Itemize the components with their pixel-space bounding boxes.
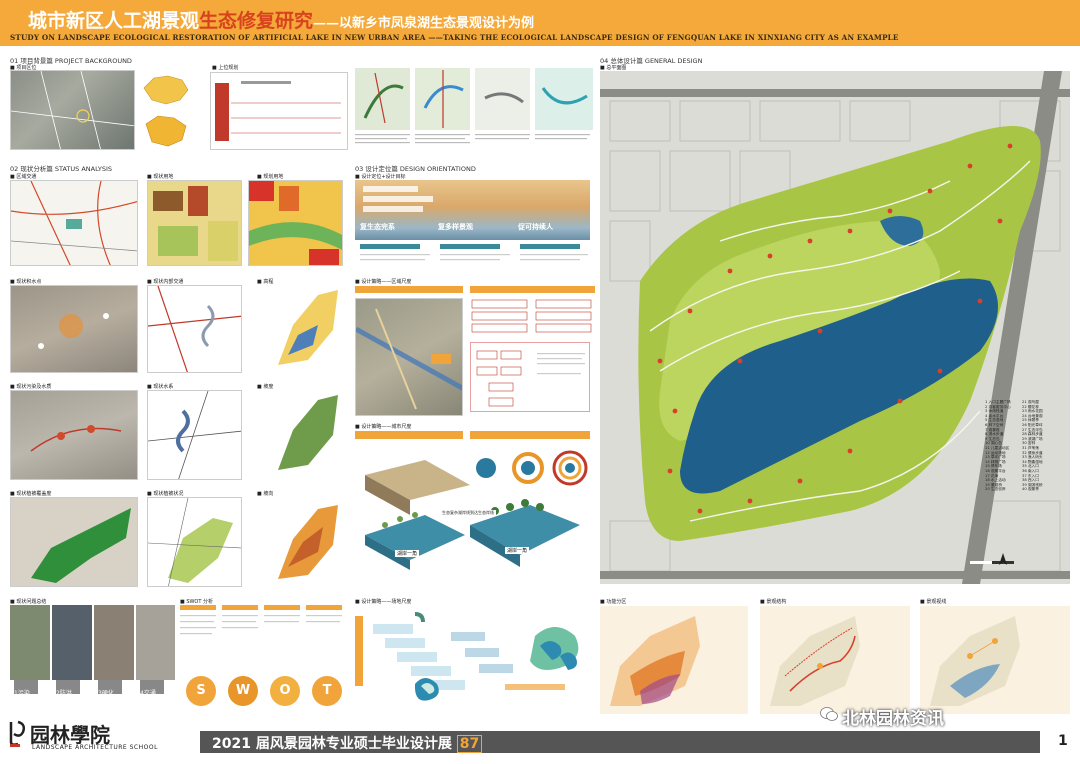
problem-badge-3-text: 3硬化 [98,690,114,697]
problem-badge-2: 2防洪 [56,680,80,697]
strategy-region-bar [355,286,463,293]
swot-o-icon: O [270,676,300,706]
status-label-9: ■ 坡度 [257,384,274,390]
structure-diagram [760,606,910,714]
aspect-map [268,497,343,587]
zoning-diagram [600,606,748,714]
location-map [10,70,135,150]
status-label-13: ■ 现状问题总结 [10,599,47,605]
elevation-map [268,285,343,373]
north-arrow-icon [998,552,1008,566]
strategy-region-aerial [355,298,463,416]
status-label-5: ■ 现状内部交通 [147,279,184,285]
current-water-system-map [147,390,242,480]
title-highlight: 生态修复研究 [199,10,314,32]
slogan-3: 促可持续人 [518,223,553,231]
exhibition-number: 87 [456,735,483,753]
sightline-diagram [920,606,1070,714]
site-label-a: 湖岸一角 [395,550,420,557]
pollution-map [10,390,138,480]
swot-table [180,605,345,673]
upper-plan-thumbnails [355,68,595,130]
swot-w-letter: W [235,683,251,698]
status-label-1: ■ 区域交通 [10,174,37,180]
problem-badge-4-text: 4交通 [140,690,156,697]
upper-plan-diagram [210,72,348,150]
upper-plan-label: ■ 上位规划 [212,65,239,71]
logo-english: LANDSCAPE ARCHITECTURE SCHOOL [32,744,158,751]
slope-map [268,390,343,480]
status-label-10: ■ 现状植被覆盖度 [10,491,52,497]
vegetation-coverage-map [10,497,138,587]
problem-badge-4: 4交通 [140,680,164,697]
strategy-site-label: ■ 设计策略——场地尺度 [355,599,412,605]
status-label-12: ■ 坡向 [257,491,274,497]
school-logo-icon [8,718,28,748]
orientation-label: ■ 设计定位+设计目标 [355,174,406,180]
slogan-2: 复多样景观 [438,223,473,231]
legend-item: 20 生态驳岸 [985,487,1006,492]
structure-label: ■ 景观结构 [760,599,787,605]
strategy-region-bar-2 [470,286,595,293]
watermark-text: 北林园林资讯 [842,709,944,729]
legend-item: 40 观景亭 [1022,487,1039,492]
title-sub: ——以新乡市凤泉湖生态景观设计为例 [313,16,535,31]
internal-traffic-map [147,285,242,373]
strategy-city-label: ■ 设计策略——城市尺度 [355,424,412,430]
planned-land-use-map [248,180,343,266]
slogan-1: 复生态完系 [360,223,395,231]
subtitle-en: STUDY ON LANDSCAPE ECOLOGICAL RESTORATIO… [10,33,899,42]
wechat-icon [820,706,838,722]
legend-column-2: 21 观鸟屋 22 樱花林 23 雨水花园 24 台地景观 25 休憩亭 26 阳光草坪 2… [1022,400,1058,550]
sightline-label: ■ 景观视线 [920,599,947,605]
status-label-4: ■ 现状积水点 [10,279,42,285]
status-label-3: ■ 规划用地 [257,174,284,180]
master-plan-label: ■ 总平面图 [600,65,627,71]
title-main: 城市新区人工湖景观 [28,10,200,32]
current-land-use-map [147,180,242,266]
status-label-7: ■ 现状污染及水质 [10,384,52,390]
strategy-city-bar-1: 目标一 [355,431,463,448]
upper-plan-notes [355,132,595,154]
status-label-2: ■ 现状用地 [147,174,174,180]
orientation-notes [355,242,590,270]
strategy-region-label: ■ 设计策略——区域尺度 [355,279,412,285]
status-label-8: ■ 现状水系 [147,384,174,390]
swot-o-letter: O [279,683,291,698]
strategy-flow-1 [470,298,595,338]
problem-badge-2-text: 2防洪 [56,690,72,697]
page-number: 1 [1058,733,1068,749]
province-map [140,110,192,150]
status-label-11: ■ 现状植被状况 [147,491,184,497]
strategy-city-bar-2: 目标二 [470,431,590,448]
section-title-label: 生态复杂湖岸线到达生态岸线 [440,510,496,516]
section-02-title: 02 现状分析篇 STATUS ANALYSIS [10,165,113,173]
swot-t-icon: T [312,676,342,706]
swot-w-icon: W [228,676,258,706]
swot-s-letter: S [196,683,206,698]
problem-badge-3: 3硬化 [98,680,122,697]
zoning-label: ■ 功能分区 [600,599,627,605]
legend-column-1: 1 入口主题广场 2 游客服务中心 3 休闲栈道 4 亲水平台 5 生态湿地 6 林下空间… [985,400,1019,550]
swot-s-icon: S [186,676,216,706]
status-label-6: ■ 高程 [257,279,274,285]
section-03-title: 03 设计定位篇 DESIGN ORIENTATIOND [355,165,476,173]
swot-t-letter: T [322,683,332,698]
exhibition-title: 2021 届风景园林专业硕士毕业设计展 87 [212,733,483,753]
site-label-b: 湖岸一角 [505,547,530,554]
china-map [140,70,192,108]
regional-traffic-map [10,180,138,266]
vegetation-status-map [147,497,242,587]
waterlogging-map [10,285,138,373]
problem-badge-1: 1污染 [14,680,38,697]
strategy-site-diagram [355,606,595,706]
exhibition-title-text: 2021 届风景园林专业硕士毕业设计展 [212,736,452,752]
swot-title: ■ SWOT 分析 [180,599,214,605]
location-map-lines [11,71,134,149]
page-title: 城市新区人工湖景观生态修复研究——以新乡市凤泉湖生态景观设计为例 [28,6,534,33]
strategy-flow-2 [470,342,590,412]
problem-badge-1-text: 1污染 [14,690,30,697]
